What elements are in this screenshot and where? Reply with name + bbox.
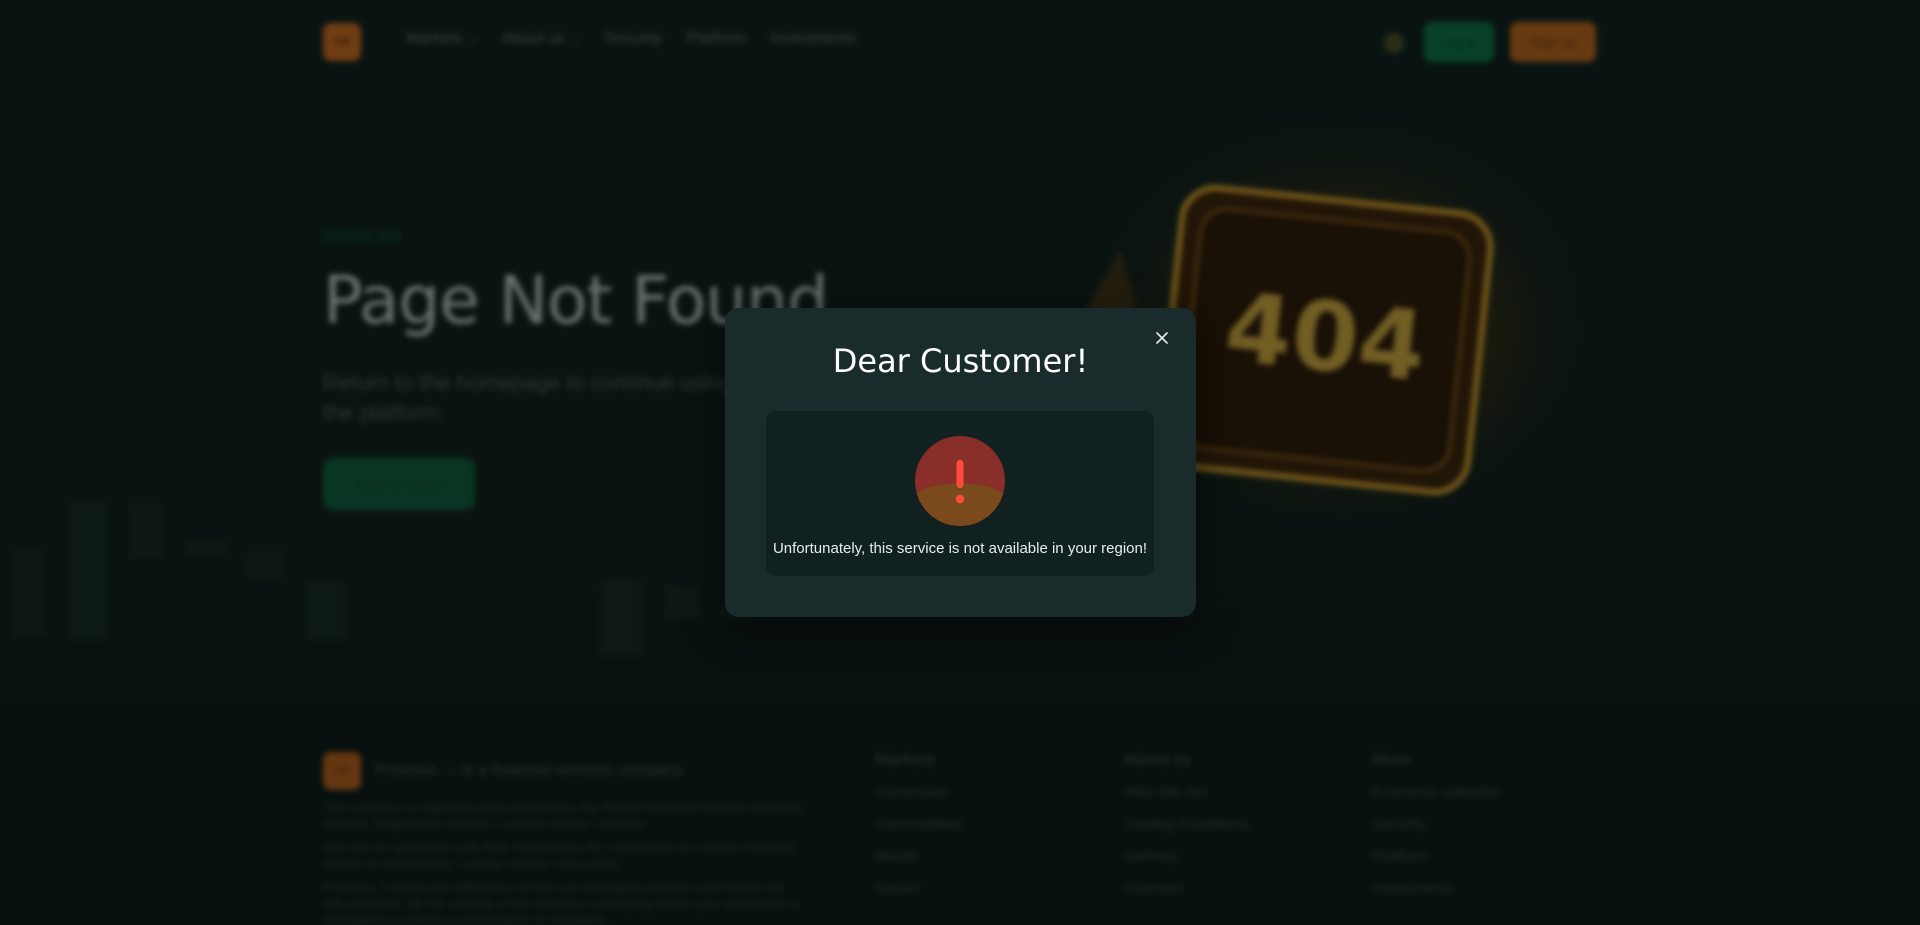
modal-message-box: Unfortunately, this service is not avail…	[766, 411, 1154, 576]
modal-message: Unfortunately, this service is not avail…	[772, 540, 1148, 557]
modal-title: Dear Customer!	[832, 342, 1089, 380]
region-notice-modal: Dear Customer! Unfortunately, this servi…	[725, 308, 1196, 617]
exclamation-icon	[915, 436, 1005, 526]
